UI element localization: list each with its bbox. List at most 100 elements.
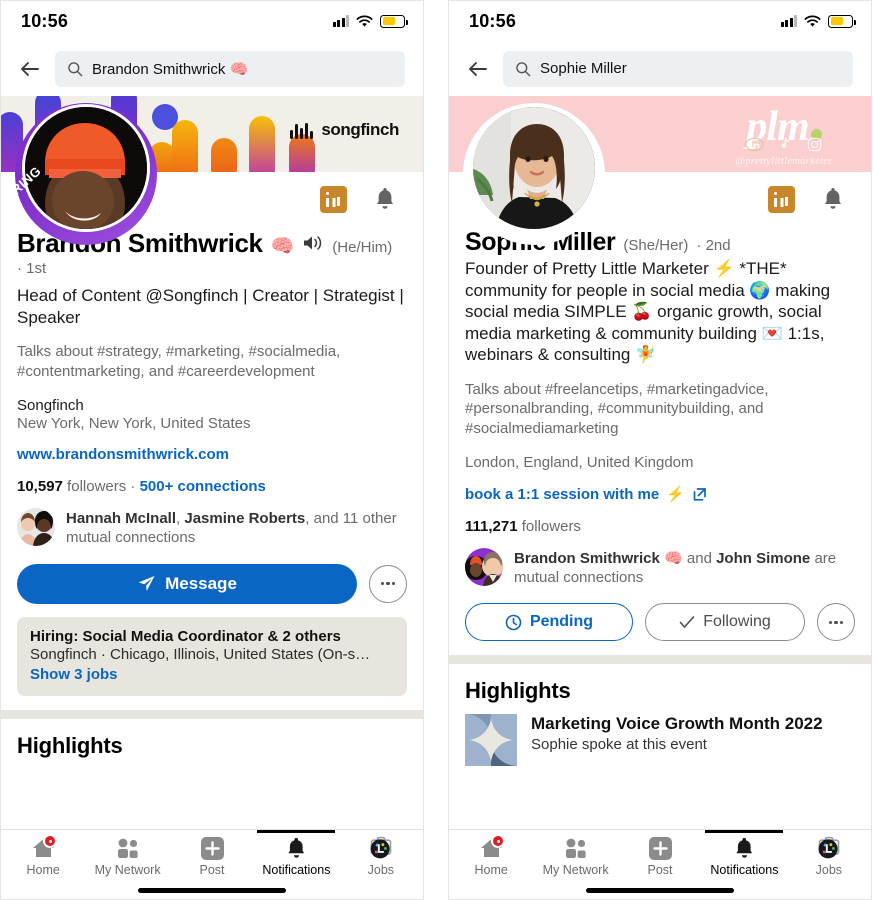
send-paper-plane-icon	[138, 576, 155, 592]
tab-my-network[interactable]: My Network	[533, 836, 617, 877]
following-button-label: Following	[703, 613, 771, 631]
notification-bell-icon[interactable]	[821, 186, 845, 212]
profile-location: London, England, United Kingdom	[465, 454, 694, 472]
tab-post[interactable]: Post	[170, 836, 254, 877]
tab-post-label: Post	[199, 863, 225, 877]
mutual-connections-row[interactable]: Brandon Smithwrick 🧠 and John Simone are…	[465, 547, 855, 587]
profile-location: New York, New York, United States	[17, 415, 251, 433]
mutual-emoji: 🧠	[664, 549, 683, 567]
notification-bell-icon	[283, 836, 309, 860]
back-arrow-icon[interactable]	[465, 56, 491, 82]
mutual-connection-avatars	[465, 547, 503, 586]
followers-label: followers ·	[62, 478, 140, 496]
connections-link[interactable]: 500+ connections	[140, 478, 266, 495]
highlights-heading: Highlights	[465, 678, 571, 704]
songfinch-logo: songfinch	[290, 120, 399, 140]
tab-notifications-label: Notifications	[262, 863, 331, 877]
search-row: Sophie Miller	[449, 41, 871, 96]
hiring-card[interactable]: Hiring: Social Media Coordinator & 2 oth…	[17, 616, 407, 696]
section-divider	[449, 655, 871, 665]
tab-my-network-label: My Network	[94, 863, 161, 877]
back-arrow-icon[interactable]	[17, 56, 43, 82]
dual-phone-screenshot: 10:56 Brandon Smithwrick 🧠 songfinch #HI…	[0, 0, 873, 900]
profile-pronouns: (She/Her)	[623, 237, 689, 254]
home-icon	[478, 834, 506, 860]
status-time: 10:56	[21, 10, 69, 31]
name-pronunciation-audio-icon[interactable]	[302, 234, 324, 252]
mutual-connection-avatars	[17, 508, 55, 547]
notification-bell-icon[interactable]	[373, 186, 397, 212]
plm-social-icons	[719, 135, 849, 154]
search-icon	[68, 61, 83, 76]
highlight-item-subtitle: Sophie spoke at this event	[531, 735, 707, 753]
section-divider	[1, 709, 423, 719]
pending-button[interactable]: Pending	[465, 603, 633, 642]
followers-connections-row: 10,597 followers · 500+ connections	[17, 478, 407, 495]
battery-icon	[828, 14, 856, 28]
message-button[interactable]: Message	[17, 563, 357, 604]
mutual-connections-row[interactable]: Hannah McInall, Jasmine Roberts, and 11 …	[17, 508, 407, 547]
tab-jobs[interactable]: Jobs	[787, 836, 871, 877]
linkedin-logo-icon[interactable]	[768, 185, 795, 213]
tab-post[interactable]: Post	[618, 836, 702, 877]
profile-website-link[interactable]: www.brandonsmithwrick.com	[17, 446, 229, 463]
profile-photo-sophie[interactable]	[463, 103, 605, 245]
profile-pronouns: (He/Him)	[332, 239, 393, 256]
highlight-item[interactable]: Marketing Voice Growth Month 2022 Sophie…	[449, 704, 871, 767]
status-icons	[780, 14, 856, 28]
status-time: 10:56	[469, 10, 517, 31]
event-sparkle-thumbnail	[465, 714, 517, 767]
wifi-icon	[804, 15, 821, 27]
profile-photo-brandon[interactable]: #HIRING	[1, 103, 157, 245]
highlights-heading: Highlights	[17, 732, 123, 758]
status-bar: 10:56	[449, 1, 871, 41]
followers-row: 111,271 followers	[465, 518, 855, 535]
instagram-icon	[807, 137, 821, 152]
tab-my-network[interactable]: My Network	[85, 836, 169, 877]
tab-home[interactable]: Home	[1, 834, 85, 877]
battery-icon	[380, 14, 408, 28]
my-network-people-icon	[563, 836, 589, 860]
phone-screen-sophie: 10:56 Sophie Miller plm @prettylittlemar…	[448, 0, 872, 900]
home-icon	[30, 834, 58, 860]
tab-notifications-label: Notifications	[710, 863, 779, 877]
search-input[interactable]: Brandon Smithwrick 🧠	[55, 50, 405, 87]
home-indicator	[138, 888, 286, 893]
avatar-image	[470, 104, 598, 232]
followers-count: 111,271	[465, 517, 518, 535]
connection-degree: · 2nd	[696, 237, 731, 254]
home-indicator	[586, 888, 734, 893]
tab-my-network-label: My Network	[542, 863, 609, 877]
mutual-connections-text: Hannah McInall, Jasmine Roberts, and 11 …	[66, 510, 397, 547]
following-button[interactable]: Following	[645, 603, 805, 642]
more-options-button[interactable]	[817, 603, 855, 642]
tab-post-label: Post	[647, 863, 673, 877]
songfinch-logo-text: songfinch	[321, 120, 399, 139]
tab-home[interactable]: Home	[449, 834, 533, 877]
tab-jobs[interactable]: Jobs	[339, 836, 423, 877]
name-emoji: 🧠	[270, 236, 295, 257]
hiring-card-subtitle: Songfinch · Chicago, Illinois, United St…	[30, 645, 371, 663]
profile-website-link[interactable]: book a 1:1 session with me ⚡	[465, 485, 707, 503]
connection-degree: · 1st	[17, 260, 47, 277]
profile-talks-about: Talks about #freelancetips, #marketingad…	[465, 380, 769, 437]
external-link-icon	[693, 488, 706, 501]
post-plus-icon	[647, 836, 673, 860]
clock-pending-icon	[505, 614, 522, 631]
tab-notifications[interactable]: Notifications	[702, 836, 786, 877]
show-jobs-link[interactable]: Show 3 jobs	[30, 666, 394, 683]
current-company: Songfinch	[17, 397, 84, 415]
search-row: Brandon Smithwrick 🧠	[1, 41, 423, 96]
status-bar: 10:56	[1, 1, 423, 41]
post-plus-icon	[199, 836, 225, 860]
tab-notifications[interactable]: Notifications	[254, 836, 338, 877]
more-options-button[interactable]	[369, 564, 407, 603]
cellular-signal-icon	[332, 15, 349, 27]
jobs-briefcase-icon	[816, 836, 842, 860]
search-input[interactable]: Sophie Miller	[503, 50, 853, 87]
profile-content: Brandon Smithwrick 🧠 (He/Him) · 1st Head…	[1, 226, 423, 696]
checkmark-icon	[679, 616, 695, 629]
status-icons	[332, 14, 408, 28]
search-icon	[516, 61, 531, 76]
linkedin-logo-icon[interactable]	[320, 185, 347, 213]
